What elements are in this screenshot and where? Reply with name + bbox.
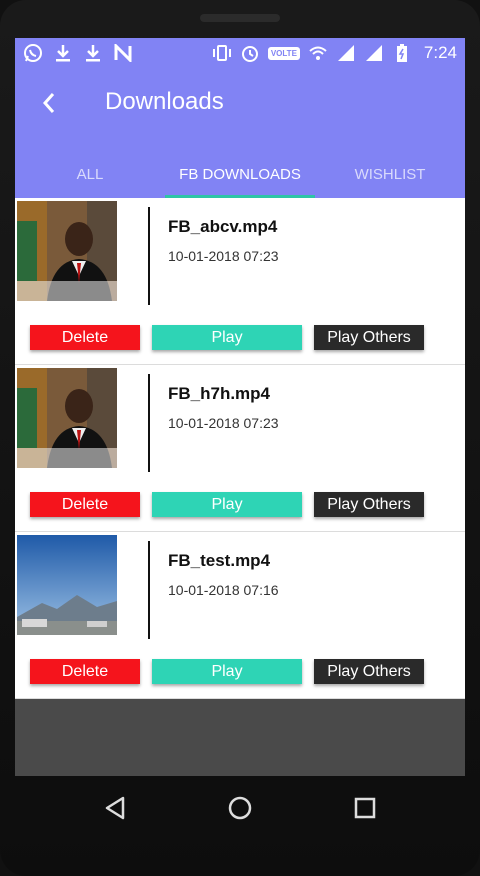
wifi-icon <box>308 44 328 62</box>
phone-frame: VOLTE 7:24 Downloads ALL FB DOWNLOADS WI… <box>0 0 480 876</box>
status-bar: VOLTE 7:24 <box>15 38 465 68</box>
whatsapp-icon <box>23 44 43 62</box>
file-date: 10-01-2018 07:23 <box>168 415 279 431</box>
n-app-icon <box>113 44 133 62</box>
screen: VOLTE 7:24 Downloads ALL FB DOWNLOADS WI… <box>15 38 465 776</box>
tab-bar: ALL FB DOWNLOADS WISHLIST <box>15 152 465 198</box>
delete-button[interactable]: Delete <box>30 325 140 350</box>
list-item: FB_test.mp4 10-01-2018 07:16 Delete Play… <box>15 532 465 699</box>
file-name: FB_abcv.mp4 <box>168 217 278 236</box>
vibrate-icon <box>212 44 232 62</box>
nav-home-icon[interactable] <box>224 792 256 824</box>
play-others-button[interactable]: Play Others <box>314 659 424 684</box>
signal-icon <box>364 44 384 62</box>
nav-recents-icon[interactable] <box>349 792 381 824</box>
page-title: Downloads <box>105 88 224 115</box>
back-arrow-icon[interactable] <box>37 90 63 116</box>
play-button[interactable]: Play <box>152 325 302 350</box>
alarm-icon <box>240 44 260 62</box>
file-date: 10-01-2018 07:23 <box>168 248 279 264</box>
app-bar: Downloads ALL FB DOWNLOADS WISHLIST <box>15 68 465 198</box>
list-item: FB_abcv.mp4 10-01-2018 07:23 Delete Play… <box>15 198 465 365</box>
download-icon <box>53 44 73 62</box>
tab-wishlist[interactable]: WISHLIST <box>315 152 465 198</box>
navigation-bar <box>0 776 480 840</box>
downloads-list: FB_abcv.mp4 10-01-2018 07:23 Delete Play… <box>15 198 465 699</box>
video-thumbnail[interactable] <box>17 201 117 301</box>
play-others-button[interactable]: Play Others <box>314 492 424 517</box>
signal-icon <box>336 44 356 62</box>
volte-badge: VOLTE <box>267 46 300 60</box>
divider <box>148 207 150 305</box>
play-button[interactable]: Play <box>152 492 302 517</box>
list-item: FB_h7h.mp4 10-01-2018 07:23 Delete Play … <box>15 365 465 532</box>
status-clock: 7:24 <box>423 43 457 62</box>
tab-fb-downloads[interactable]: FB DOWNLOADS <box>165 152 315 198</box>
download-icon <box>83 44 103 62</box>
video-thumbnail[interactable] <box>17 368 117 468</box>
phone-speaker <box>200 14 280 22</box>
file-name: FB_h7h.mp4 <box>168 384 271 403</box>
battery-charging-icon <box>392 44 412 62</box>
delete-button[interactable]: Delete <box>30 492 140 517</box>
video-thumbnail[interactable] <box>17 535 117 635</box>
nav-back-icon[interactable] <box>99 792 131 824</box>
file-date: 10-01-2018 07:16 <box>168 582 279 598</box>
divider <box>148 374 150 472</box>
divider <box>148 541 150 639</box>
play-others-button[interactable]: Play Others <box>314 325 424 350</box>
delete-button[interactable]: Delete <box>30 659 140 684</box>
play-button[interactable]: Play <box>152 659 302 684</box>
tab-all[interactable]: ALL <box>15 152 165 198</box>
file-name: FB_test.mp4 <box>168 551 271 570</box>
